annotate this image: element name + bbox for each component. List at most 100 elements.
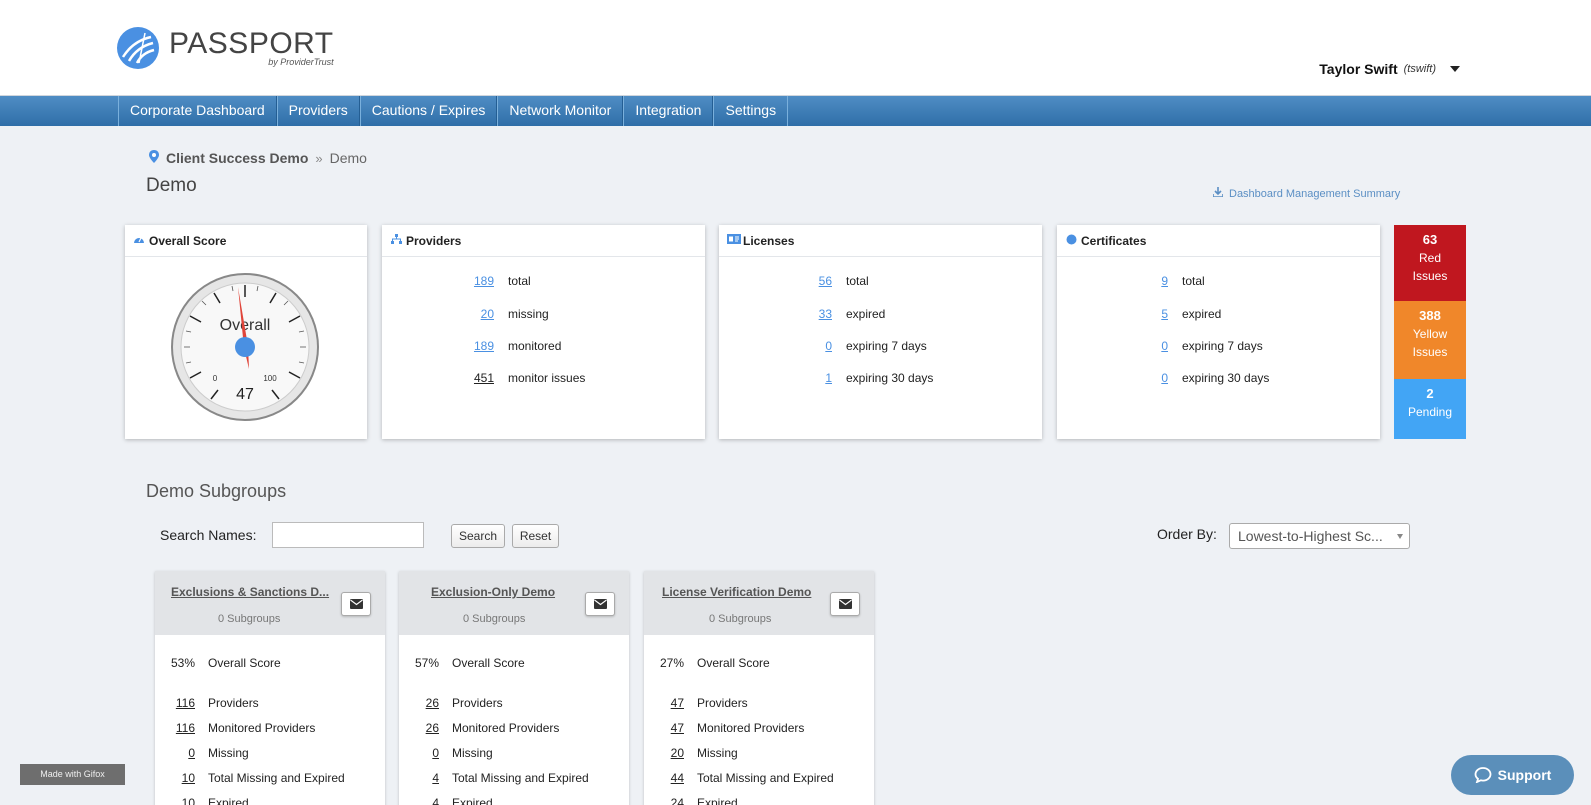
email-button[interactable] xyxy=(341,592,371,616)
breadcrumb-client[interactable]: Client Success Demo xyxy=(166,150,308,166)
subgroup-value-link[interactable]: 116 xyxy=(155,696,208,710)
certificates-row: 0 expiring 30 days xyxy=(1057,371,1380,385)
providers-row: 451 monitor issues xyxy=(382,371,705,385)
dashboard-summary-link[interactable]: Dashboard Management Summary xyxy=(1212,187,1401,200)
providers-row: 189 total xyxy=(382,274,705,288)
subgroup-label: Expired xyxy=(452,796,493,805)
gauge-score: 47 xyxy=(236,386,254,403)
licenses-total-link[interactable]: 56 xyxy=(719,274,832,288)
user-name: Taylor Swift xyxy=(1319,61,1398,77)
certificates-row-label: total xyxy=(1182,274,1205,288)
subgroup-label: Monitored Providers xyxy=(697,721,805,735)
nav-settings[interactable]: Settings xyxy=(713,96,789,126)
subgroup-value-link[interactable]: 116 xyxy=(155,721,208,735)
search-button[interactable]: Search xyxy=(451,524,505,548)
reset-button[interactable]: Reset xyxy=(512,524,559,548)
providers-monitor-issues-link[interactable]: 451 xyxy=(382,371,494,385)
subgroup-label: Missing xyxy=(208,746,249,760)
subgroup-value-link[interactable]: 20 xyxy=(644,746,697,760)
licenses-expired-link[interactable]: 33 xyxy=(719,307,832,321)
order-by-select[interactable]: Lowest-to-Highest Sc... xyxy=(1229,523,1410,549)
certificates-row-label: expiring 7 days xyxy=(1182,339,1263,353)
subgroup-count: 0 Subgroups xyxy=(709,613,772,625)
subgroup-label: Total Missing and Expired xyxy=(697,771,834,785)
breadcrumb-current: Demo xyxy=(329,150,367,166)
certificates-title: Certificates xyxy=(1081,233,1147,248)
nav-cautions-expires[interactable]: Cautions / Expires xyxy=(359,96,498,126)
dashboard-icon xyxy=(133,234,145,247)
double-chevron-right-icon: » xyxy=(315,150,323,166)
subgroup-value-link[interactable]: 4 xyxy=(399,771,452,785)
subgroup-value-link[interactable]: 26 xyxy=(399,696,452,710)
user-menu[interactable]: Taylor Swift (tswift) xyxy=(1319,61,1460,77)
licenses-row: 33 expired xyxy=(719,307,1042,321)
certificates-row: 5 expired xyxy=(1057,307,1380,321)
subgroup-name-link[interactable]: License Verification Demo xyxy=(662,585,811,599)
providers-monitored-link[interactable]: 189 xyxy=(382,339,494,353)
subgroup-value-link[interactable]: 10 xyxy=(155,771,208,785)
certificates-expiring-7-link[interactable]: 0 xyxy=(1057,339,1168,353)
passport-logo[interactable]: PASSPORT by ProviderTrust xyxy=(117,27,334,69)
chevron-down-icon[interactable] xyxy=(1450,66,1460,72)
subgroup-name-link[interactable]: Exclusion-Only Demo xyxy=(431,585,555,599)
providers-card: Providers 189 total 20 missing 189 monit… xyxy=(382,225,705,439)
subgroup-label: Monitored Providers xyxy=(208,721,316,735)
email-button[interactable] xyxy=(830,592,860,616)
providers-row-label: monitored xyxy=(508,339,562,353)
page-title: Demo xyxy=(146,175,197,196)
subgroup-value-link[interactable]: 26 xyxy=(399,721,452,735)
subgroup-value-link[interactable]: 0 xyxy=(155,746,208,760)
licenses-expiring-30-link[interactable]: 1 xyxy=(719,371,832,385)
envelope-icon xyxy=(593,599,607,609)
subgroup-name-link[interactable]: Exclusions & Sanctions D... xyxy=(171,585,329,599)
yellow-issues-label: Yellow xyxy=(1412,327,1448,341)
certificates-expiring-30-link[interactable]: 0 xyxy=(1057,371,1168,385)
subgroups-title: Demo Subgroups xyxy=(146,481,287,501)
red-issues-count: 63 xyxy=(1422,232,1438,247)
chat-bubble-icon xyxy=(1474,767,1492,783)
licenses-expiring-7-link[interactable]: 0 xyxy=(719,339,832,353)
subgroup-card: Exclusions & Sanctions D... 0 Subgroups … xyxy=(155,571,385,805)
licenses-row-label: expired xyxy=(846,307,886,321)
subgroup-value-link[interactable]: 47 xyxy=(644,696,697,710)
subgroup-value-link[interactable]: 10 xyxy=(155,796,208,805)
search-names-input[interactable] xyxy=(272,522,424,548)
dashboard-summary-label: Dashboard Management Summary xyxy=(1229,187,1401,200)
subgroup-value-link[interactable]: 47 xyxy=(644,721,697,735)
nav-network-monitor[interactable]: Network Monitor xyxy=(497,96,624,126)
issues-column: 63 Red Issues 388 Yellow Issues 2 Pendin… xyxy=(1394,225,1466,439)
subgroup-card: Exclusion-Only Demo 0 Subgroups 57% Overa… xyxy=(399,571,629,805)
certificates-expired-link[interactable]: 5 xyxy=(1057,307,1168,321)
providers-total-link[interactable]: 189 xyxy=(382,274,494,288)
passport-logo-icon xyxy=(117,27,159,69)
subgroup-value: 27% xyxy=(659,656,684,670)
gauge-max: 100 xyxy=(263,374,277,383)
subgroup-value-link[interactable]: 24 xyxy=(644,796,697,805)
pending-badge[interactable]: 2 Pending xyxy=(1394,379,1466,439)
pending-label: Pending xyxy=(1407,405,1453,419)
support-button[interactable]: Support xyxy=(1451,755,1574,795)
certificates-total-link[interactable]: 9 xyxy=(1057,274,1168,288)
certificates-row-label: expiring 30 days xyxy=(1182,371,1270,385)
nav-corporate-dashboard[interactable]: Corporate Dashboard xyxy=(118,96,277,126)
nav-integration[interactable]: Integration xyxy=(623,96,714,126)
red-issues-label: Red xyxy=(1418,251,1441,265)
subgroup-value-link[interactable]: 4 xyxy=(399,796,452,805)
licenses-row-label: expiring 30 days xyxy=(846,371,934,385)
subgroup-value-link[interactable]: 0 xyxy=(399,746,452,760)
red-issues-badge[interactable]: 63 Red Issues xyxy=(1394,225,1466,301)
gauge-min: 0 xyxy=(213,374,218,383)
licenses-row-label: expiring 7 days xyxy=(846,339,927,353)
yellow-issues-badge[interactable]: 388 Yellow Issues xyxy=(1394,301,1466,379)
licenses-card: Licenses 56 total 33 expired 0 expiring … xyxy=(719,225,1042,439)
subgroup-value-link[interactable]: 44 xyxy=(644,771,697,785)
providers-missing-link[interactable]: 20 xyxy=(382,307,494,321)
nav-providers[interactable]: Providers xyxy=(276,96,360,126)
user-handle: (tswift) xyxy=(1403,63,1436,75)
email-button[interactable] xyxy=(585,592,615,616)
certificates-row: 9 total xyxy=(1057,274,1380,288)
certificates-card: Certificates 9 total 5 expired 0 expirin… xyxy=(1057,225,1380,439)
subgroup-label: Providers xyxy=(697,696,748,710)
brand-name: PASSPORT xyxy=(169,27,334,60)
yellow-issues-label: Issues xyxy=(1412,345,1448,359)
